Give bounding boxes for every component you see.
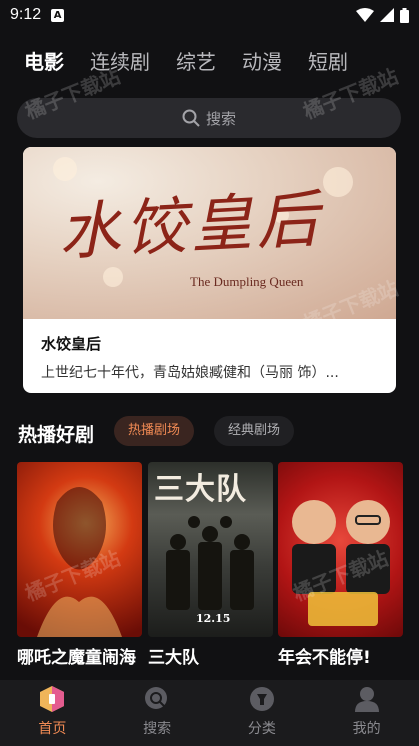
tab-anime[interactable]: 动漫 bbox=[242, 46, 282, 75]
chip-hot-theater[interactable]: 热播剧场 bbox=[114, 416, 195, 446]
status-icons bbox=[356, 7, 409, 23]
user-icon bbox=[354, 686, 380, 712]
movie-title: 年会不能停! bbox=[278, 648, 371, 668]
category-icon bbox=[249, 686, 275, 712]
tab-short-drama[interactable]: 短剧 bbox=[308, 46, 348, 75]
movie-card[interactable]: 哪吒之魔童闹海 bbox=[17, 462, 142, 668]
banner-title: 水饺皇后 bbox=[41, 335, 102, 353]
notification-a-icon: A bbox=[51, 8, 65, 22]
nav-home-label: 首页 bbox=[38, 721, 67, 737]
status-bar: 9:12 A bbox=[0, 0, 419, 30]
wifi-icon bbox=[356, 8, 374, 22]
poster-date: 12.15 bbox=[196, 612, 231, 625]
home-icon bbox=[39, 686, 65, 712]
search-bar[interactable]: 搜索 bbox=[17, 98, 401, 138]
tab-variety[interactable]: 综艺 bbox=[176, 46, 216, 75]
nav-profile-label: 我的 bbox=[352, 721, 381, 737]
search-placeholder: 搜索 bbox=[205, 109, 236, 128]
movie-poster: 三大队 12.15 bbox=[148, 462, 273, 637]
battery-icon bbox=[400, 7, 409, 23]
nav-profile[interactable]: 我的 bbox=[314, 680, 419, 746]
movie-title: 三大队 bbox=[148, 648, 199, 668]
bottom-nav: 首页 搜索 分类 我的 bbox=[0, 680, 419, 746]
tab-series[interactable]: 连续剧 bbox=[90, 46, 150, 75]
banner-description: 上世纪七十年代，青岛姑娘臧健和（马丽 饰）... bbox=[41, 365, 339, 381]
poster-subtitle: The Dumpling Queen bbox=[190, 274, 304, 289]
search-icon bbox=[182, 109, 200, 127]
nav-home[interactable]: 首页 bbox=[0, 680, 105, 746]
movie-poster bbox=[17, 462, 142, 637]
section-title: 热播好剧 bbox=[18, 424, 95, 446]
banner-poster: 水饺皇后 The Dumpling Queen bbox=[23, 147, 396, 319]
nav-category-label: 分类 bbox=[247, 721, 276, 737]
movie-poster bbox=[278, 462, 403, 637]
search-icon bbox=[144, 686, 170, 712]
poster-title: 水饺皇后 bbox=[56, 182, 325, 269]
movie-card[interactable]: 年会不能停! bbox=[278, 462, 403, 668]
featured-banner[interactable]: 水饺皇后 The Dumpling Queen 水饺皇后 上世纪七十年代，青岛姑… bbox=[23, 147, 396, 393]
nav-search-label: 搜索 bbox=[143, 721, 172, 737]
chip-classic-theater[interactable]: 经典剧场 bbox=[214, 416, 295, 446]
movie-title: 哪吒之魔童闹海 bbox=[17, 648, 136, 668]
category-tabs: 电影 连续剧 综艺 动漫 短剧 bbox=[24, 46, 348, 75]
nav-category[interactable]: 分类 bbox=[210, 680, 315, 746]
movie-card[interactable]: 三大队 12.15 三大队 bbox=[148, 462, 273, 668]
tab-movies[interactable]: 电影 bbox=[24, 46, 64, 75]
status-time: 9:12 bbox=[10, 6, 42, 23]
nav-search[interactable]: 搜索 bbox=[105, 680, 210, 746]
signal-icon bbox=[380, 8, 394, 22]
